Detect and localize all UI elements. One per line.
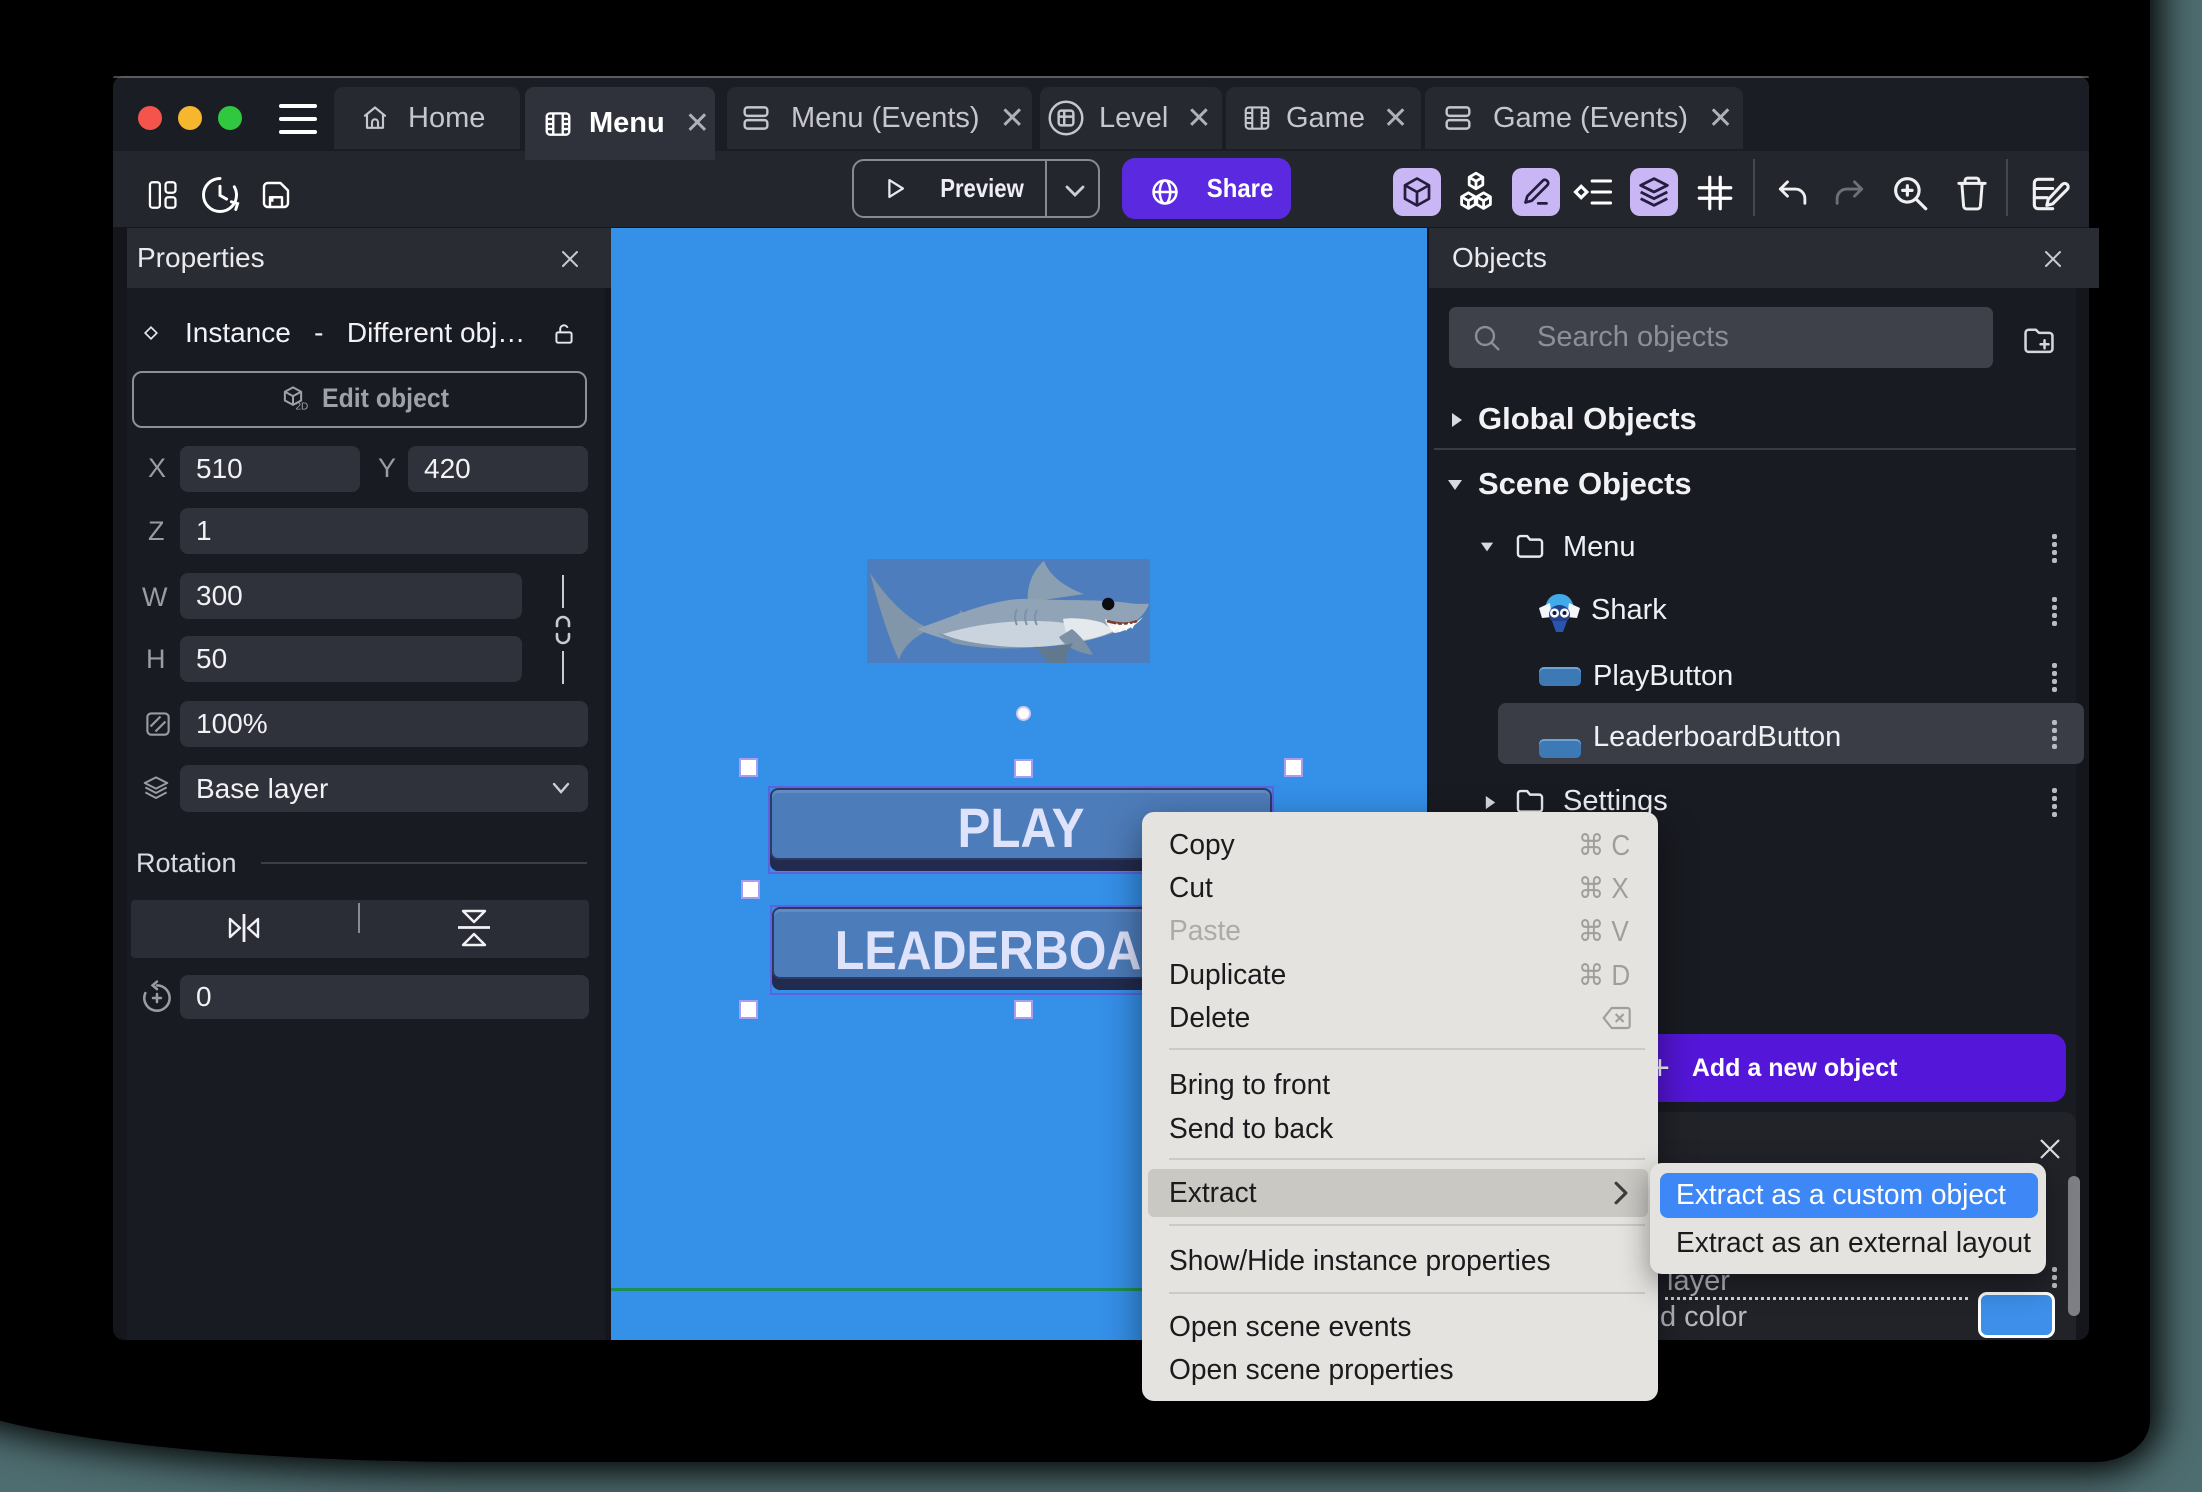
svg-text:2D: 2D — [296, 401, 309, 412]
